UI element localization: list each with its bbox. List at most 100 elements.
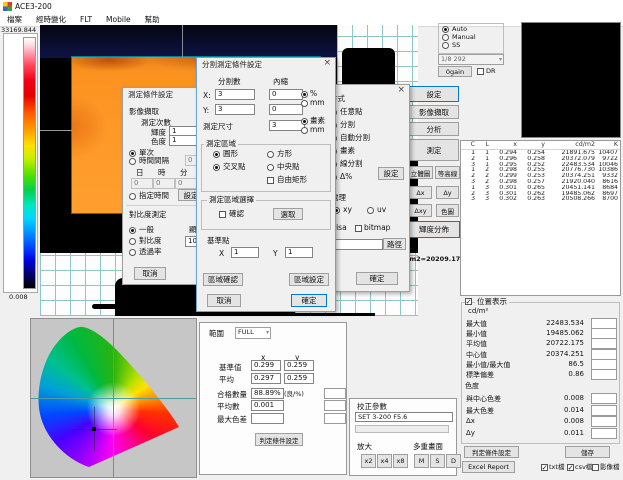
square-label: 方形 [277,149,292,158]
mm-radio[interactable] [301,100,308,107]
txt-checkbox[interactable] [541,464,548,471]
mode-set-button[interactable]: 設定 [378,167,404,180]
table-column-header: K [595,141,618,149]
area-set-button[interactable]: 區域設定 [289,273,329,286]
capture-button[interactable]: 影像擷取 [409,105,459,119]
base-x-field[interactable]: 1 [231,247,259,258]
transmit-radio[interactable] [129,249,136,256]
app-window: ACE3-200 檔案經時變化FLTMobile幫助 33169.844 0.0… [0,0,623,480]
ref-y-field[interactable]: 0.259 [284,360,314,371]
minute-field: 0 [175,178,197,189]
measure-button[interactable]: 測定 [409,139,459,161]
bitmap-checkbox[interactable] [355,225,362,232]
avg-x-field[interactable]: 0.297 [251,373,281,384]
x-inset-field[interactable]: 0 [269,89,303,100]
menu-item[interactable]: 檔案 [0,13,29,26]
pixel-unit-radio[interactable] [301,118,308,125]
measure-cond-cancel-button[interactable]: 取消 [134,267,166,280]
range-dropdown[interactable]: FULL▾ [235,327,271,339]
stat-value: 20722.175 [546,339,584,347]
mode-ok-button[interactable]: 確定 [356,272,398,285]
chroma-label: 色度 [151,137,166,146]
range-judge-button[interactable]: 判定條件設定 [255,433,303,446]
color-scale-gradient [23,37,36,289]
uv-radio[interactable] [367,207,374,214]
size-field[interactable]: 3 [269,120,305,131]
stat-label: 最大色差 [466,406,494,416]
colormap-button[interactable]: 色圖 [436,204,459,217]
luminance-dist-button[interactable]: 輝度分佈 [408,221,460,238]
contrast-radio[interactable] [129,238,136,245]
mode-dialog-close-icon[interactable]: × [397,85,405,95]
y-inset-field[interactable]: 0 [269,104,303,115]
csv-checkbox[interactable] [567,464,574,471]
zoom-button[interactable]: x4 [377,454,392,468]
pick-button[interactable]: 選取 [273,208,303,220]
analyze-button[interactable]: 分析 [409,122,459,136]
zero-gain-button[interactable]: 0gain [438,66,472,77]
excel-report-button[interactable]: Excel Report [462,461,515,473]
multi-screen-button[interactable]: S [430,454,445,468]
delta-x-button[interactable]: Δx [409,186,432,199]
ref-x-field[interactable]: 0.299 [251,360,281,371]
split-cancel-button[interactable]: 取消 [207,294,241,307]
contour-button[interactable]: 等高線 [435,166,460,179]
base-y-field[interactable]: 1 [285,247,313,258]
maxdiff-status-box [324,413,346,424]
ref-label: 基準值 [219,363,242,372]
delta-pct-label: Δ% [340,172,352,181]
zoom-button[interactable]: x8 [393,454,408,468]
center-point-radio[interactable] [267,164,274,171]
dr-checkbox[interactable] [477,68,484,75]
area-confirm-button[interactable]: 區域確認 [203,273,243,286]
table-column-header: C [461,141,475,149]
save-button[interactable]: 儲存 [565,446,610,458]
camera-preview[interactable] [521,22,621,138]
calib-title: 校正參數 [357,402,387,411]
multi-screen-button[interactable]: D [446,454,461,468]
avg-y-field[interactable]: 0.259 [284,373,314,384]
manual-radio[interactable] [442,34,449,41]
path-button[interactable]: 路徑 [383,238,406,250]
solid-view-button[interactable]: 立體圖 [408,166,433,179]
scheduled-radio[interactable] [129,193,136,200]
y-div-field[interactable]: 3 [215,104,255,115]
delta-xy-button[interactable]: Δxy [409,204,432,217]
confirm-checkbox[interactable] [219,211,226,218]
transmit-label: 透過率 [139,247,162,256]
hour-field: 0 [153,178,175,189]
square-radio[interactable] [267,151,274,158]
cie-diagram-panel[interactable] [30,318,197,478]
normal-radio[interactable] [129,227,136,234]
ss-radio[interactable] [442,42,449,49]
zoom-button[interactable]: x2 [361,454,376,468]
image-file-checkbox[interactable] [592,464,599,471]
table-column-header: L [475,141,489,149]
maxdiff-label: 最大色差 [217,415,247,424]
interval-radio[interactable] [129,158,136,165]
auto-radio[interactable] [442,26,449,33]
dr-label: DR [486,67,496,76]
stat-status-box [591,393,617,404]
mm-unit-radio[interactable] [301,127,308,134]
judge-settings-button[interactable]: 判定條件設定 [464,446,519,458]
capture-group-label: 影像擷取 [129,107,159,116]
pct-radio[interactable] [301,91,308,98]
single-radio[interactable] [129,150,136,157]
x-div-field[interactable]: 3 [215,89,255,100]
circle-radio[interactable] [213,151,220,158]
unit-readout: /m2=20209.176 [407,255,465,264]
stat-value: 19485.062 [546,329,584,337]
settings-button[interactable]: 設定 [409,86,459,102]
position-display-checkbox[interactable] [465,298,472,305]
split-dialog-close-icon[interactable]: × [323,58,331,68]
stat-row: 最小值19485.062 [462,328,618,338]
multi-screen-button[interactable]: M [414,454,429,468]
shutter-dropdown[interactable]: 1/8 292▾ [438,54,504,65]
cross-radio[interactable] [213,164,220,171]
table-row[interactable]: 330.3020.26320508.2668700 [461,196,620,202]
free-rect-checkbox[interactable] [267,177,274,184]
split-ok-button[interactable]: 確定 [291,294,327,307]
delta-y-button[interactable]: Δy [436,186,459,199]
stat-value: 20374.251 [546,350,584,358]
